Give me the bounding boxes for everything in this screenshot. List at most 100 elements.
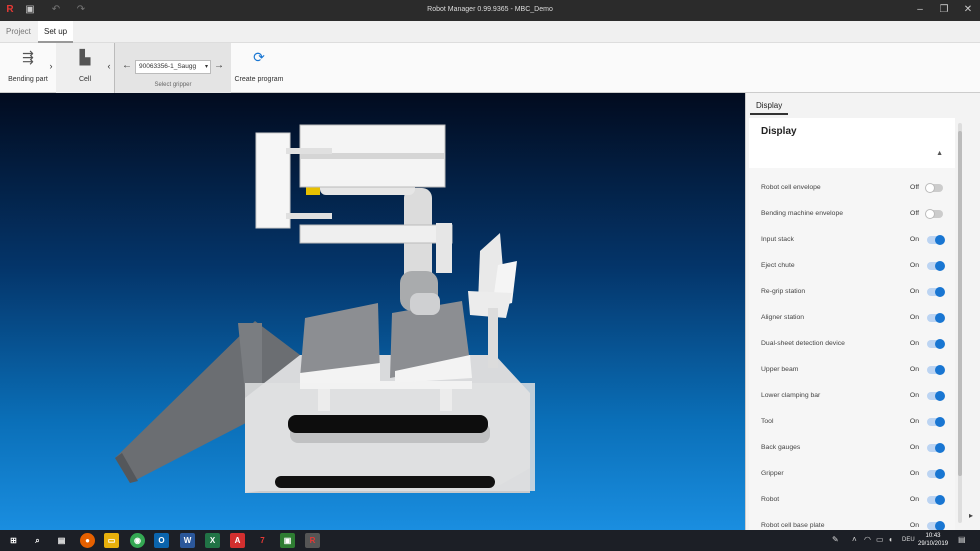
display-option-toggle[interactable]	[925, 183, 943, 193]
display-option-label: Robot	[761, 496, 780, 503]
terminal-icon[interactable]: ▣	[280, 533, 295, 548]
create-program-button[interactable]: ⟳ Create program	[231, 43, 287, 93]
outlook-icon[interactable]: O	[154, 533, 169, 548]
display-option-toggle[interactable]	[927, 521, 945, 531]
file-explorer-icon[interactable]: ▭	[104, 533, 119, 548]
display-option-row: Eject chute On	[761, 258, 947, 274]
display-option-state: On	[909, 418, 919, 425]
display-option-label: Dual-sheet detection device	[761, 340, 845, 347]
display-option-state: On	[909, 496, 919, 503]
display-option-label: Bending machine envelope	[761, 210, 844, 217]
display-option-state: On	[909, 340, 919, 347]
display-option-state: On	[909, 366, 919, 373]
window-title: Robot Manager 0.99.9365 - MBC_Demo	[427, 6, 553, 13]
system-clock[interactable]: 10:43 29/10/2019	[918, 532, 948, 548]
chevron-right-icon[interactable]: ›	[46, 61, 56, 73]
collapse-icon[interactable]: ▲	[936, 150, 943, 157]
display-option-toggle[interactable]	[927, 261, 945, 271]
display-option-toggle[interactable]	[927, 495, 945, 505]
display-option-state: On	[909, 444, 919, 451]
close-button[interactable]: ✕	[956, 2, 980, 18]
clock-time: 10:43	[925, 533, 941, 539]
arrow-left-icon[interactable]: ←	[122, 60, 132, 71]
display-option-toggle[interactable]	[927, 365, 945, 375]
bending-part-label: Bending part	[8, 76, 48, 83]
display-option-row: Upper beam On	[761, 362, 947, 378]
create-program-label: Create program	[234, 76, 284, 83]
display-option-toggle[interactable]	[927, 391, 945, 401]
select-gripper-group: ← 90063356-1_Saugg ▾ → Select gripper	[114, 43, 231, 93]
wifi-icon[interactable]: ◠	[864, 535, 871, 544]
clock-date: 29/10/2019	[918, 541, 949, 547]
display-option-label: Robot cell base plate	[761, 522, 825, 529]
app-seven-icon[interactable]: 7	[255, 533, 270, 548]
word-icon[interactable]: W	[180, 533, 195, 548]
display-option-state: On	[909, 522, 919, 529]
search-icon[interactable]: ⌕	[30, 533, 45, 548]
display-panel: Display Display ▲ Robot cell envelope Off…	[745, 93, 980, 531]
display-option-row: Robot On	[761, 492, 947, 508]
battery-icon[interactable]: ▭	[876, 535, 884, 544]
display-option-label: Tool	[761, 418, 774, 425]
main-tabs: Project Set up	[0, 21, 980, 43]
display-option-toggle[interactable]	[925, 209, 943, 219]
display-option-label: Eject chute	[761, 262, 795, 269]
expand-right-icon[interactable]: ▸	[969, 511, 973, 520]
windows-start-icon[interactable]: ⊞	[6, 533, 21, 548]
display-option-label: Re-grip station	[761, 288, 806, 295]
maximize-button[interactable]: ❐	[932, 2, 956, 18]
display-options-list: Robot cell envelope Off Bending machine en…	[749, 168, 955, 531]
notifications-icon[interactable]: ▤	[958, 535, 966, 544]
display-option-toggle[interactable]	[927, 417, 945, 427]
display-option-row: Dual-sheet detection device On	[761, 336, 947, 352]
display-option-toggle[interactable]	[927, 339, 945, 349]
display-option-row: Back gauges On	[761, 440, 947, 456]
tray-chevron-icon[interactable]: ˄	[852, 535, 857, 544]
firefox-icon[interactable]: ●	[80, 533, 95, 548]
display-option-toggle[interactable]	[927, 235, 945, 245]
tab-project[interactable]: Project	[0, 21, 37, 43]
minimize-button[interactable]: –	[908, 2, 932, 18]
display-option-label: Robot cell envelope	[761, 184, 821, 191]
chevron-down-icon: ▾	[204, 64, 208, 70]
display-option-toggle[interactable]	[927, 313, 945, 323]
display-option-toggle[interactable]	[927, 469, 945, 479]
task-view-icon[interactable]: ▤	[54, 533, 69, 548]
robot-cell-model	[115, 124, 535, 493]
display-option-row: Input stack On	[761, 232, 947, 248]
refresh-icon: ⟳	[253, 49, 265, 65]
display-option-state: Off	[910, 184, 919, 191]
display-option-row: Tool On	[761, 414, 947, 430]
chrome-icon[interactable]: ◉	[130, 533, 145, 548]
display-option-label: Input stack	[761, 236, 794, 243]
gripper-select-value: 90063356-1_Saugg	[139, 63, 197, 70]
tab-setup[interactable]: Set up	[38, 21, 74, 43]
chevron-left-icon[interactable]: ‹	[104, 61, 114, 73]
title-bar: R ▣ ↶ ↷ Robot Manager 0.99.9365 - MBC_De…	[0, 0, 980, 21]
display-option-row: Gripper On	[761, 466, 947, 482]
display-option-toggle[interactable]	[927, 287, 945, 297]
display-option-label: Upper beam	[761, 366, 799, 373]
excel-icon[interactable]: X	[205, 533, 220, 548]
display-option-row: Re-grip station On	[761, 284, 947, 300]
gripper-select[interactable]: 90063356-1_Saugg ▾	[135, 60, 211, 74]
people-icon[interactable]: ✎	[832, 535, 839, 544]
display-option-label: Lower clamping bar	[761, 392, 821, 399]
display-option-state: Off	[910, 210, 919, 217]
tab-display[interactable]: Display	[750, 97, 789, 115]
arrow-right-icon[interactable]: →	[214, 60, 224, 71]
3d-viewport[interactable]	[0, 93, 745, 530]
ribbon: ⇶ Bending part › ▙ Cell ‹ ← 90063356-1_S…	[0, 43, 980, 93]
display-option-toggle[interactable]	[927, 443, 945, 453]
display-option-state: On	[909, 262, 919, 269]
keyboard-language[interactable]: DEU	[902, 537, 915, 543]
panel-scrollbar[interactable]	[958, 123, 962, 523]
windows-taskbar: ⊞ ⌕ ▤ ● ▭ ◉ O W X A 7 ▣ R ✎ ˄ ◠ ▭ ◖ DEU …	[0, 530, 980, 551]
display-option-state: On	[909, 236, 919, 243]
display-option-state: On	[909, 288, 919, 295]
display-option-state: On	[909, 470, 919, 477]
volume-icon[interactable]: ◖	[888, 535, 893, 544]
display-option-state: On	[909, 392, 919, 399]
robot-manager-taskbar-icon[interactable]: R	[305, 533, 320, 548]
acrobat-icon[interactable]: A	[230, 533, 245, 548]
